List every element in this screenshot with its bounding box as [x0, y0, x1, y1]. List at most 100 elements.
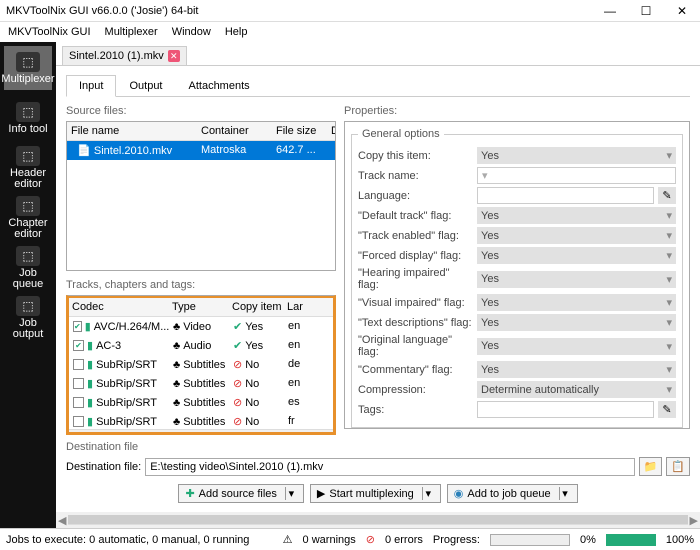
property-dropdown[interactable]: Yes▾ — [477, 147, 676, 164]
progress-current-pct: 0% — [580, 534, 596, 546]
tool-info-tool[interactable]: ⬚Info tool — [4, 96, 52, 140]
track-checkbox[interactable] — [73, 416, 84, 427]
menu-multiplexer[interactable]: Multiplexer — [105, 26, 158, 38]
property-row: "Default track" flag:Yes▾ — [358, 207, 676, 224]
property-dropdown[interactable]: Yes▾ — [477, 338, 676, 355]
property-dropdown[interactable]: Yes▾ — [477, 247, 676, 264]
track-checkbox[interactable] — [73, 378, 84, 389]
tab-input[interactable]: Input — [66, 75, 116, 97]
close-button[interactable]: ✕ — [664, 0, 700, 22]
property-label: Language: — [358, 190, 473, 202]
status-bar: Jobs to execute: 0 automatic, 0 manual, … — [0, 528, 700, 550]
track-type-icon: ♣ — [173, 359, 180, 371]
general-options-group: General options Copy this item:Yes▾ Track… — [351, 128, 683, 428]
property-field[interactable] — [477, 187, 654, 204]
property-row: "Original language" flag:Yes▾ — [358, 334, 676, 358]
status-progress-label: Progress: — [433, 534, 480, 546]
tool-header-editor[interactable]: ⬚Header editor — [4, 146, 52, 190]
col-copyitem[interactable]: Copy item — [228, 298, 283, 316]
file-tab[interactable]: Sintel.2010 (1).mkv ✕ — [62, 46, 187, 65]
col-lang[interactable]: Lar — [283, 298, 313, 316]
menu-help[interactable]: Help — [225, 26, 248, 38]
track-checkbox[interactable] — [73, 340, 84, 351]
menu-window[interactable]: Window — [172, 26, 211, 38]
tab-output[interactable]: Output — [116, 75, 175, 97]
track-row[interactable]: ▮AVC/H.264/M...♣Video✔ Yesen — [69, 317, 333, 336]
track-type-icon: ♣ — [173, 340, 180, 352]
property-dropdown[interactable]: Yes▾ — [477, 361, 676, 378]
maximize-button[interactable]: ☐ — [628, 0, 664, 22]
window-title: MKVToolNix GUI v66.0.0 ('Josie') 64-bit — [6, 5, 199, 17]
tool-multiplexer[interactable]: ⬚Multiplexer — [4, 46, 52, 90]
property-dropdown[interactable]: Determine automatically▾ — [477, 381, 676, 398]
tool-label: Chapter editor — [4, 218, 52, 240]
track-checkbox[interactable] — [73, 397, 84, 408]
general-options-legend: General options — [358, 128, 444, 140]
tracks-h-scrollbar[interactable]: ◀▶ — [69, 429, 333, 435]
destination-browse-button[interactable]: 📁 — [639, 457, 663, 476]
track-checkbox[interactable] — [73, 321, 82, 332]
property-label: "Commentary" flag: — [358, 364, 473, 376]
menu-bar: MKVToolNix GUI Multiplexer Window Help — [0, 22, 700, 42]
track-checkbox[interactable] — [73, 359, 84, 370]
property-label: Track name: — [358, 170, 473, 182]
source-files-list[interactable]: File name Container File size D 📄 Sintel… — [66, 121, 336, 271]
property-dropdown[interactable]: Yes▾ — [477, 271, 676, 288]
property-row: Track name: ▾ — [358, 167, 676, 184]
track-row[interactable]: ▮SubRip/SRT♣Subtitles⊘ Noes — [69, 393, 333, 412]
status-errors[interactable]: 0 errors — [385, 534, 423, 546]
property-field[interactable] — [477, 401, 654, 418]
col-filename[interactable]: File name — [67, 122, 197, 140]
destination-input[interactable] — [145, 458, 634, 476]
property-label: Compression: — [358, 384, 473, 396]
progress-total-pct: 100% — [666, 534, 694, 546]
track-row[interactable]: ▮SubRip/SRT♣Subtitles⊘ Node — [69, 355, 333, 374]
main-h-scrollbar[interactable]: ◀▶ — [56, 512, 700, 528]
tool-chapter-editor[interactable]: ⬚Chapter editor — [4, 196, 52, 240]
col-container[interactable]: Container — [197, 122, 272, 140]
tab-attachments[interactable]: Attachments — [176, 75, 263, 97]
tool-icon: ⬚ — [16, 102, 40, 122]
col-codec[interactable]: Codec — [68, 298, 168, 316]
track-type-icon: ♣ — [173, 378, 180, 390]
tracks-list[interactable]: Codec Type Copy item Lar ▮AVC/H.264/M...… — [66, 295, 336, 435]
property-row: "Track enabled" flag:Yes▾ — [358, 227, 676, 244]
status-warnings[interactable]: 0 warnings — [303, 534, 356, 546]
property-picker-button[interactable]: ✎ — [658, 187, 676, 204]
property-label: "Original language" flag: — [358, 334, 473, 358]
col-type[interactable]: Type — [168, 298, 228, 316]
file-tab-label: Sintel.2010 (1).mkv — [69, 50, 164, 62]
property-dropdown[interactable]: Yes▾ — [477, 294, 676, 311]
destination-recent-button[interactable]: 📋 — [666, 457, 690, 476]
menu-app[interactable]: MKVToolNix GUI — [8, 26, 91, 38]
tool-job-output[interactable]: ⬚Job output — [4, 296, 52, 340]
start-multiplexing-button[interactable]: ▶Start multiplexing▾ — [310, 484, 441, 503]
tool-label: Job output — [4, 318, 52, 340]
add-source-files-button[interactable]: ✚Add source files▾ — [178, 484, 303, 503]
property-label: "Text descriptions" flag: — [358, 317, 473, 329]
track-type-icon: ♣ — [173, 416, 180, 428]
property-dropdown[interactable]: Yes▾ — [477, 314, 676, 331]
track-row[interactable]: ▮SubRip/SRT♣Subtitles⊘ Nofr — [69, 412, 333, 429]
close-tab-icon[interactable]: ✕ — [168, 50, 180, 62]
track-type-icon: ♣ — [173, 321, 180, 333]
tool-job-queue[interactable]: ⬚Job queue — [4, 246, 52, 290]
tool-label: Multiplexer — [1, 74, 54, 85]
property-dropdown[interactable]: Yes▾ — [477, 227, 676, 244]
destination-label: Destination file: — [66, 461, 141, 473]
minimize-button[interactable]: — — [592, 0, 628, 22]
track-row[interactable]: ▮AC-3♣Audio✔ Yesen — [69, 336, 333, 355]
track-row[interactable]: ▮SubRip/SRT♣Subtitles⊘ Noen — [69, 374, 333, 393]
col-d[interactable]: D — [327, 122, 335, 140]
progress-bar-current — [490, 534, 570, 546]
property-dropdown[interactable]: Yes▾ — [477, 207, 676, 224]
source-file-row[interactable]: 📄 Sintel.2010.mkvMatroska642.7 ... — [67, 141, 335, 160]
property-picker-button[interactable]: ✎ — [658, 401, 676, 418]
property-textbox[interactable]: ▾ — [477, 167, 676, 184]
add-to-job-queue-button[interactable]: ◉Add to job queue▾ — [447, 484, 578, 503]
tool-icon: ⬚ — [16, 146, 40, 166]
property-row: Compression: Determine automatically▾ — [358, 381, 676, 398]
property-row: Copy this item:Yes▾ — [358, 147, 676, 164]
col-filesize[interactable]: File size — [272, 122, 327, 140]
track-type-icon: ♣ — [173, 397, 180, 409]
